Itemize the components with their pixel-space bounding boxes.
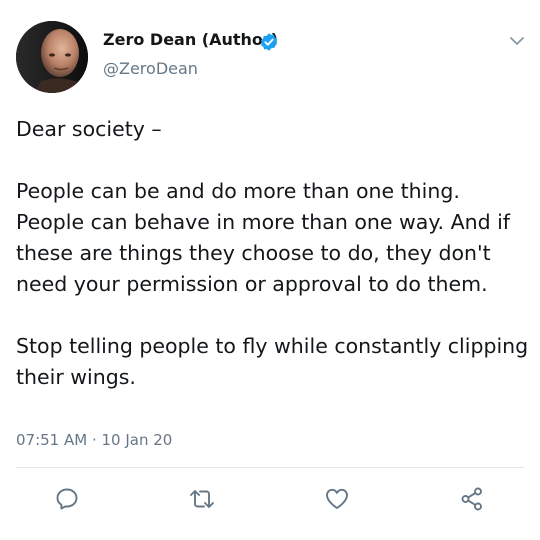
share-nodes-icon	[461, 487, 482, 511]
tweet-text: Dear society – People can be and do more…	[16, 114, 531, 393]
tweet-paragraph: People can be and do more than one thing…	[16, 179, 511, 296]
author-avatar[interactable]	[16, 21, 88, 93]
author-handle[interactable]: @ZeroDean	[103, 59, 198, 78]
avatar-photo	[16, 21, 88, 93]
share-button[interactable]	[457, 484, 487, 514]
retweet-button[interactable]	[187, 484, 217, 514]
tweet-paragraph: Dear society –	[16, 117, 162, 141]
chevron-down-icon[interactable]	[508, 34, 526, 48]
author-name[interactable]: Zero Dean (Author)	[103, 30, 278, 49]
tweet-timestamp[interactable]: 07:51 AM · 10 Jan 20	[16, 431, 172, 449]
like-button[interactable]	[322, 484, 352, 514]
speech-bubble-icon	[56, 488, 78, 510]
verified-badge-icon	[260, 33, 278, 51]
reply-button[interactable]	[52, 484, 82, 514]
divider	[16, 467, 524, 468]
tweet-card: Zero Dean (Author) @ZeroDean Dear societ…	[0, 0, 540, 540]
heart-icon	[326, 488, 348, 509]
tweet-paragraph: Stop telling people to fly while constan…	[16, 334, 529, 389]
retweet-arrows-icon	[190, 490, 214, 508]
